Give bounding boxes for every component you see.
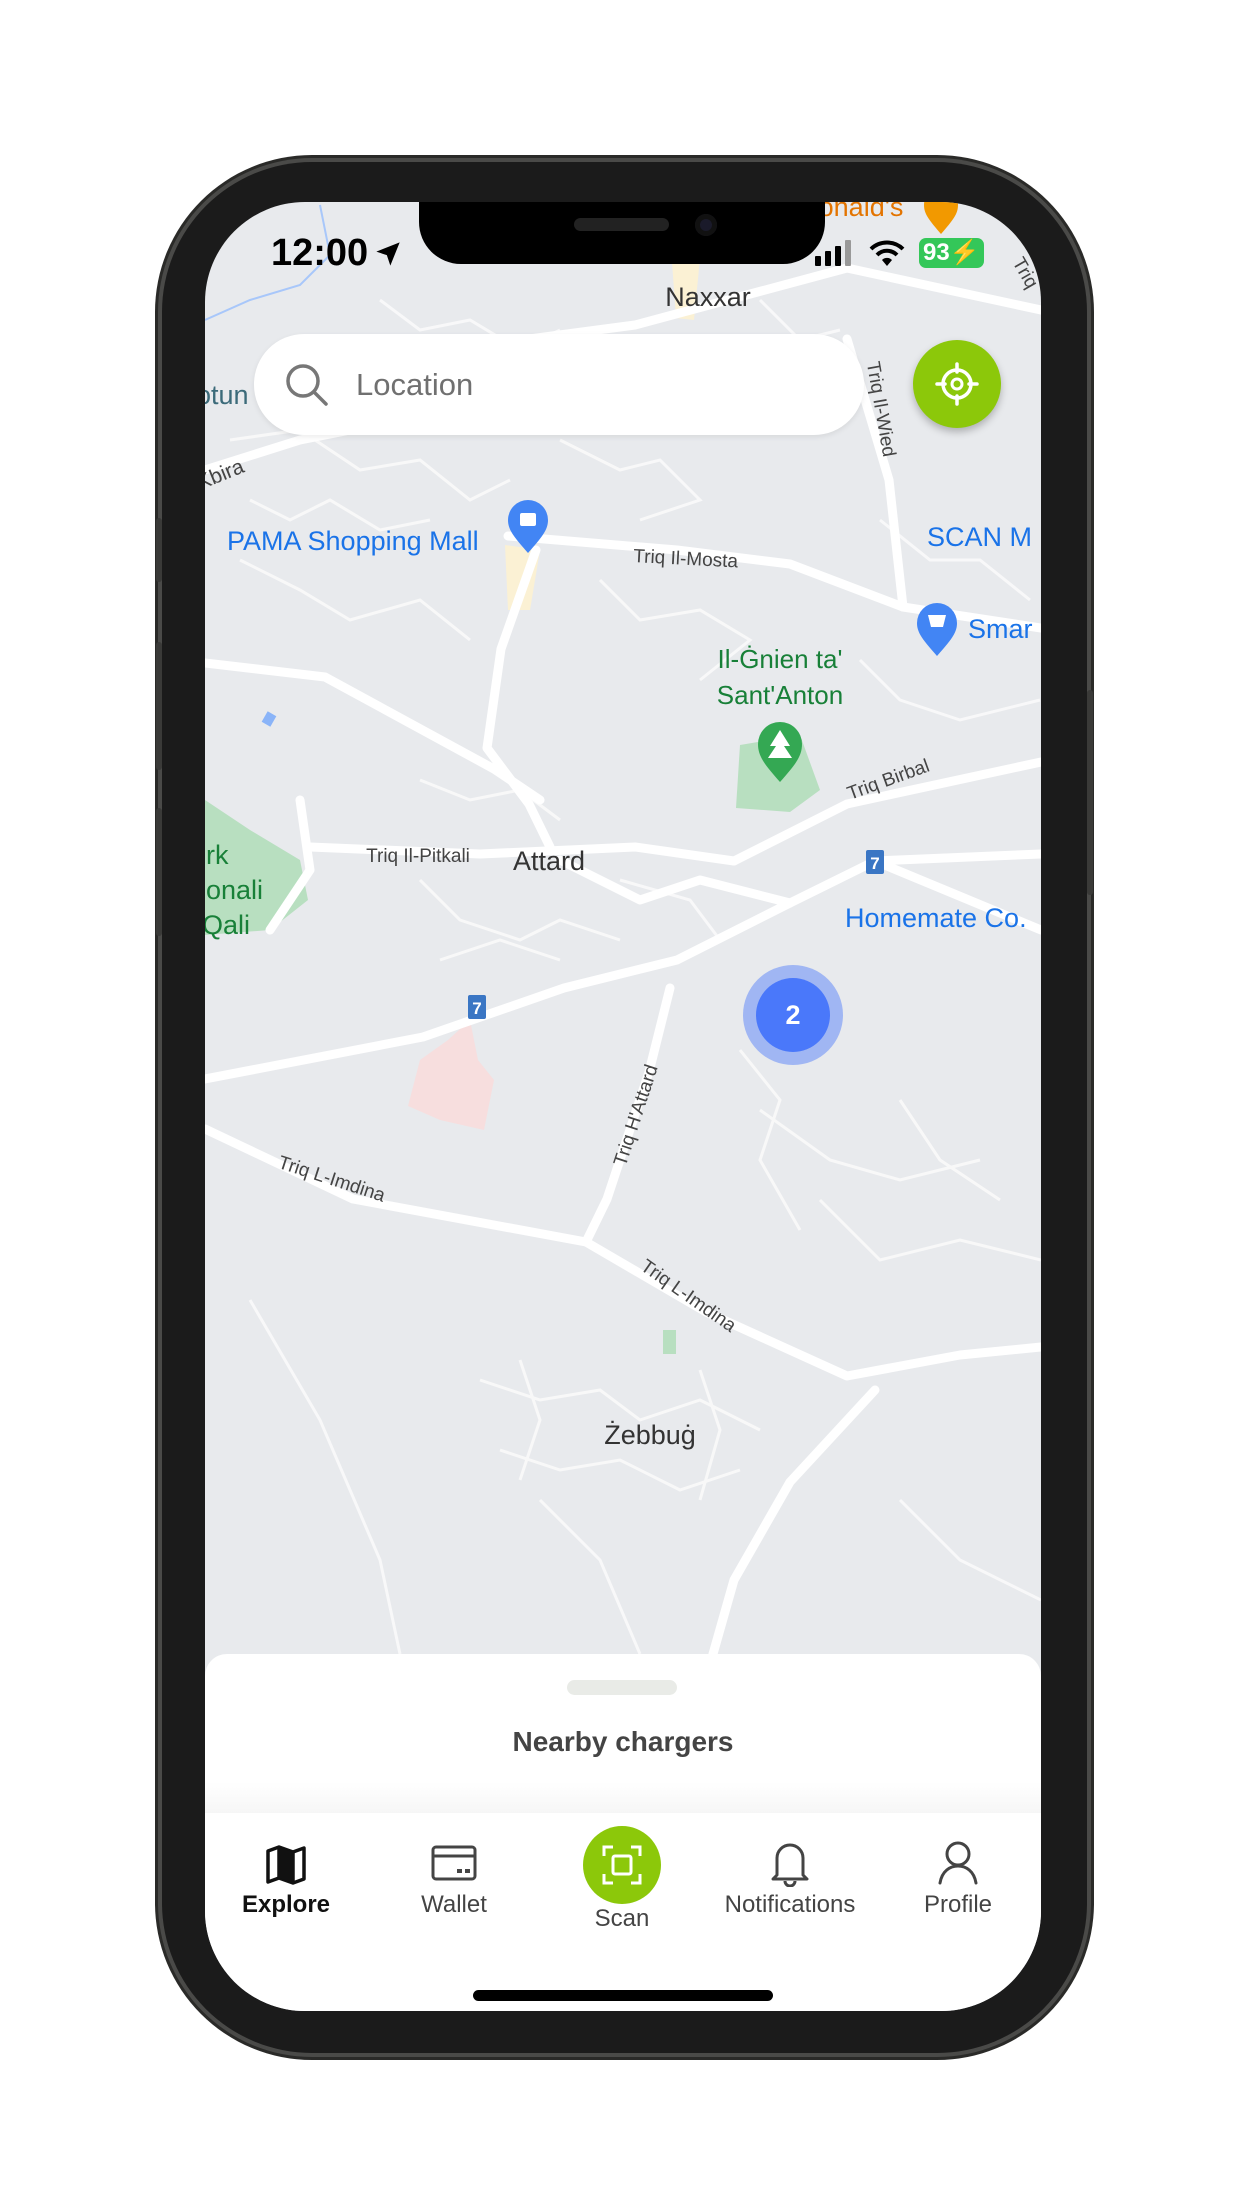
battery-level: 93 [923, 239, 950, 266]
nav-label: Notifications [724, 1891, 856, 1918]
map-label-triq-h-attard: Triq H'Attard [610, 1062, 663, 1169]
charger-cluster-marker[interactable]: 2 [743, 965, 843, 1065]
nav-label: Wallet [421, 1891, 487, 1918]
earpiece [574, 218, 669, 231]
wifi-icon [869, 240, 905, 266]
location-search-input[interactable] [354, 365, 838, 404]
screen: 7 7 Naxxar otun Kbira PAMA Shopping Mall… [205, 202, 1041, 2011]
mute-switch [156, 518, 162, 582]
map-label-park-3: Qali [205, 910, 250, 940]
home-indicator[interactable] [473, 1990, 773, 2001]
scan-button[interactable] [583, 1826, 661, 1904]
nav-item-explore[interactable]: Explore [206, 1813, 366, 1943]
map-label-gnien-2: Sant'Anton [717, 680, 843, 710]
cart-pin-icon[interactable] [917, 603, 957, 656]
map-label-triq-il-mosta: Triq Il-Mosta [633, 546, 739, 572]
front-camera [695, 214, 717, 236]
map-label-triq-il-pitkali: Triq Il-Pitkali [366, 846, 470, 867]
map-label-pama: PAMA Shopping Mall [227, 526, 479, 556]
nearby-chargers-sheet[interactable]: Nearby chargers [205, 1654, 1041, 1814]
wallet-icon [431, 1845, 477, 1881]
shopping-pin-icon[interactable] [508, 500, 548, 553]
map-label-naxxar: Naxxar [665, 282, 751, 312]
status-time: 12:00 [271, 232, 402, 275]
map-label-otun: otun [205, 380, 249, 410]
map-icon [266, 1845, 306, 1885]
search-bar[interactable] [254, 334, 864, 435]
map-label-gnien-1: Il-Ġnien ta' [718, 644, 843, 674]
nav-label: Explore [241, 1891, 331, 1918]
map-label-park-1: rk [206, 840, 229, 870]
park-area-small [663, 1330, 676, 1354]
map-label-triq-l-imdina: Triq L-Imdina [275, 1152, 388, 1206]
route-7-label: 7 [472, 999, 481, 1018]
route-7-label: 7 [870, 854, 879, 873]
crosshair-icon [935, 362, 979, 406]
nav-item-notifications[interactable]: Notifications [710, 1813, 870, 1943]
water-spot [261, 711, 277, 727]
map-label-zebbug: Żebbuġ [604, 1419, 696, 1450]
status-time-text: 12:00 [271, 232, 369, 274]
search-icon [286, 363, 328, 406]
signal-icon [815, 240, 851, 266]
map-label-triq-l-imdina: Triq L-Imdina [637, 1256, 741, 1337]
map-label-scan-m: SCAN M [927, 522, 1032, 552]
sheet-title: Nearby chargers [512, 1726, 734, 1757]
map-label-mcdonalds: onald's [819, 202, 904, 222]
sheet-drag-handle[interactable] [567, 1680, 677, 1695]
restaurant-pin-icon[interactable] [924, 202, 958, 234]
bell-icon [771, 1843, 809, 1887]
map-label-park-2: ionali [205, 875, 263, 905]
scan-icon [602, 1845, 642, 1885]
battery-indicator: 93⚡ [919, 238, 984, 268]
locate-me-button[interactable] [913, 340, 1001, 428]
status-icons: 93⚡ [815, 238, 984, 268]
cluster-count: 2 [756, 978, 830, 1052]
power-button [1087, 690, 1093, 895]
nav-label: Scan [594, 1905, 650, 1932]
user-icon [938, 1841, 978, 1885]
volume-down-button [156, 808, 162, 936]
nav-item-scan[interactable]: Scan [542, 1813, 702, 1943]
map-label-triq: Triq [1008, 254, 1041, 292]
nav-item-wallet[interactable]: Wallet [374, 1813, 534, 1943]
map-label-homemate: Homemate Co. [845, 903, 1027, 933]
volume-up-button [156, 642, 162, 770]
notch [419, 202, 825, 264]
map-label-attard: Attard [513, 846, 585, 876]
location-arrow-icon [376, 241, 400, 266]
bottom-nav: Explore Wallet Scan Notifications Profil… [205, 1813, 1041, 2011]
nav-label: Profile [923, 1891, 993, 1918]
minor-roads [229, 298, 1041, 1655]
nav-item-profile[interactable]: Profile [878, 1813, 1038, 1943]
map-label-smar: Smar [968, 614, 1033, 644]
